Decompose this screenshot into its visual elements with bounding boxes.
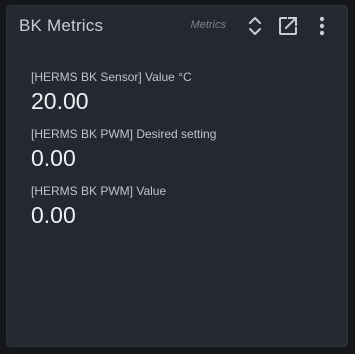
unfold-more-icon: [249, 17, 261, 35]
metric-label: [HERMS BK Sensor] Value °C: [31, 70, 192, 84]
metrics-list: [HERMS BK Sensor] Value °C 20.00 [HERMS …: [31, 70, 335, 241]
expand-collapse-button[interactable]: [243, 14, 267, 38]
metrics-widget-card: BK Metrics Metrics [HERMS BK Sensor] Val…: [6, 5, 348, 347]
metric-item: [HERMS BK PWM] Desired setting 0.00: [31, 127, 335, 173]
open-in-new-button[interactable]: [276, 14, 300, 38]
metric-value: 0.00: [31, 145, 76, 171]
widget-subtitle: Metrics: [190, 19, 226, 31]
widget-title: BK Metrics: [19, 16, 104, 35]
widget-header: BK Metrics Metrics: [7, 6, 347, 46]
metric-item: [HERMS BK Sensor] Value °C 20.00: [31, 70, 335, 116]
open-in-new-icon: [279, 17, 297, 35]
more-options-button[interactable]: [310, 14, 334, 38]
metric-label: [HERMS BK PWM] Desired setting: [31, 127, 217, 141]
metric-value: 20.00: [31, 88, 89, 114]
more-vertical-icon: [319, 16, 325, 36]
metric-item: [HERMS BK PWM] Value 0.00: [31, 184, 335, 230]
metric-label: [HERMS BK PWM] Value: [31, 184, 167, 198]
metric-value: 0.00: [31, 202, 76, 228]
